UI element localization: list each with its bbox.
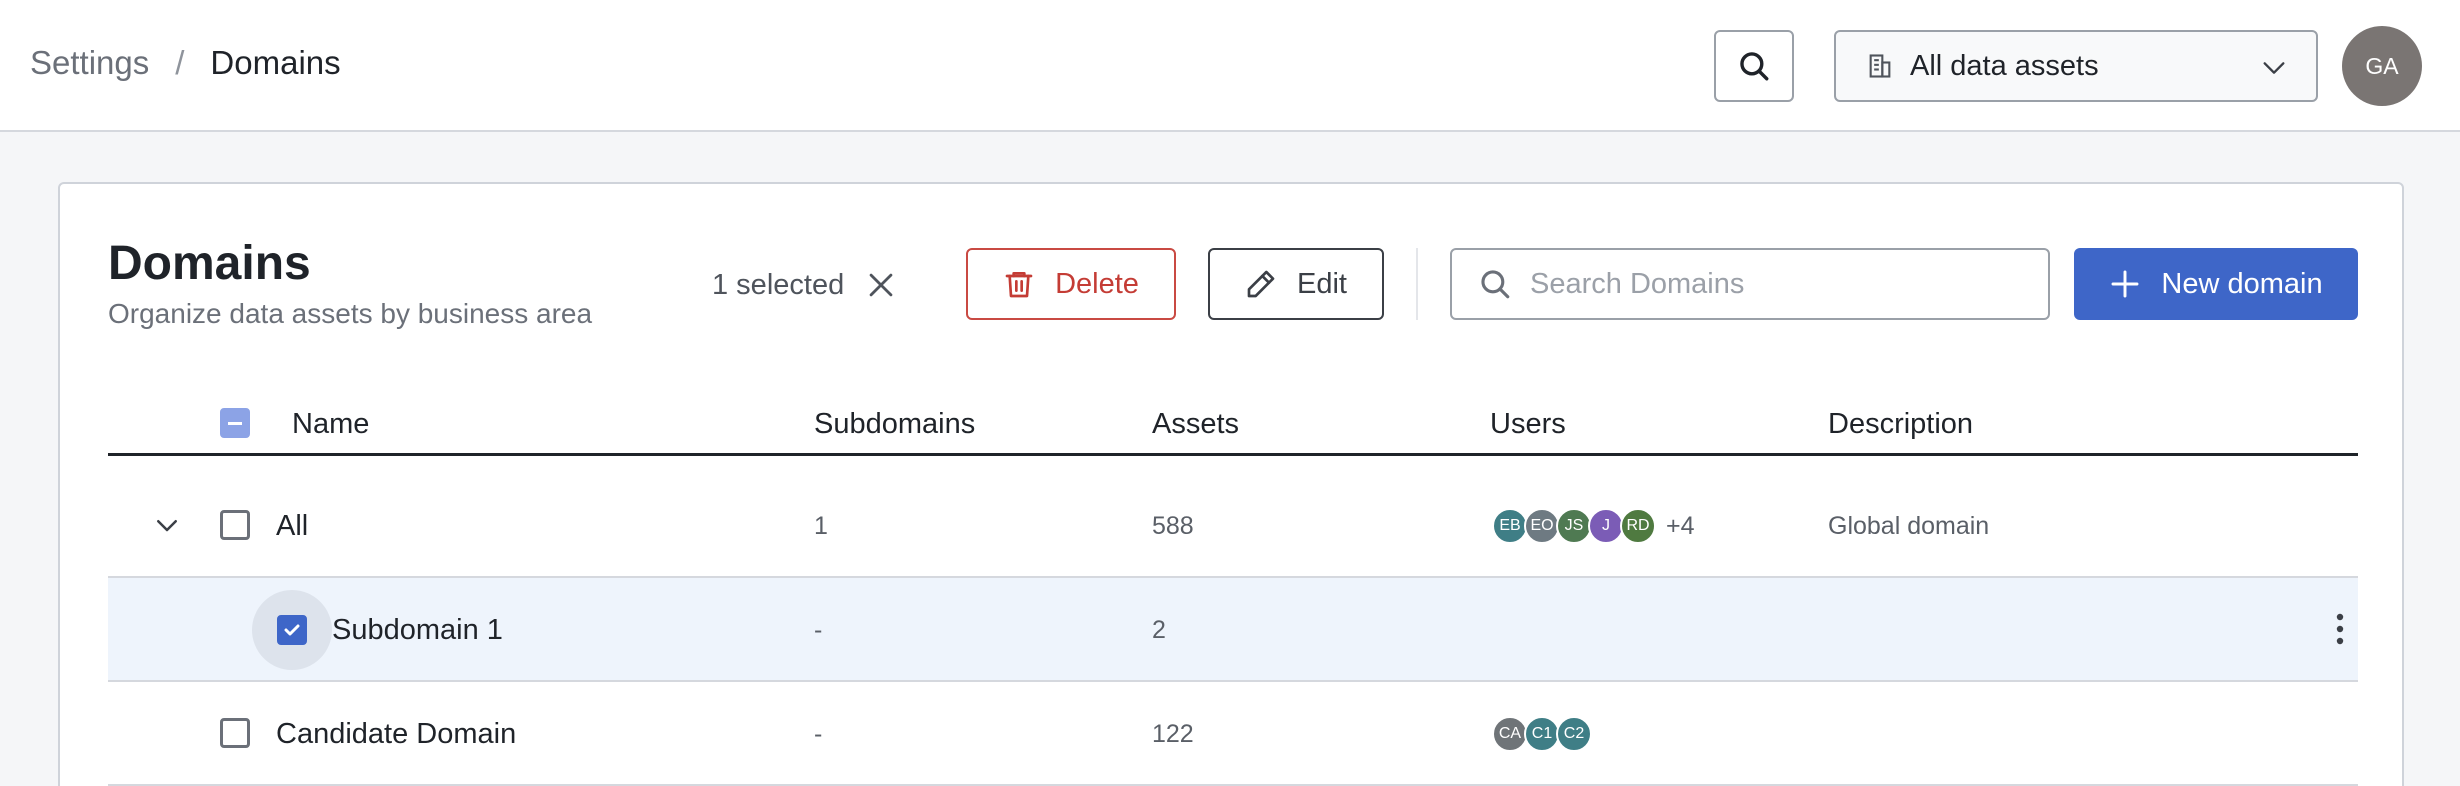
domain-name[interactable]: All [276, 474, 308, 578]
breadcrumb: Settings / Domains [30, 44, 341, 82]
assets-count: 122 [1152, 719, 1194, 748]
domain-description: Global domain [1828, 511, 1990, 540]
column-header-name[interactable]: Name [292, 408, 369, 441]
page-subtitle: Organize data assets by business area [108, 298, 593, 329]
select-all-checkbox[interactable] [220, 408, 250, 438]
selected-count-text: 1 selected [712, 268, 845, 301]
column-header-users[interactable]: Users [1490, 408, 1566, 441]
search-domains-field[interactable] [1450, 248, 2050, 320]
row-checkbox[interactable] [220, 510, 250, 540]
user-avatar: CA [1492, 716, 1528, 752]
edit-label: Edit [1297, 267, 1347, 300]
more-users-count: +4 [1666, 511, 1695, 540]
close-icon [869, 273, 893, 297]
global-search-button[interactable] [1714, 30, 1794, 102]
column-header-assets[interactable]: Assets [1152, 408, 1239, 441]
subdomains-count: - [814, 615, 823, 644]
user-avatar: EO [1524, 508, 1560, 544]
new-domain-button[interactable]: New domain [2074, 248, 2358, 320]
top-bar: Settings / Domains All data assets GA [0, 0, 2460, 132]
user-avatar-group: CA C1 C2 [1492, 716, 1592, 752]
search-domains-input[interactable] [1530, 267, 2010, 301]
user-avatar: J [1588, 508, 1624, 544]
assets-count: 588 [1152, 511, 1194, 540]
row-actions-button[interactable] [2334, 612, 2346, 651]
building-icon [1869, 54, 1891, 78]
search-icon [1481, 270, 1510, 299]
domain-name[interactable]: Candidate Domain [276, 682, 516, 786]
row-checkbox[interactable] [277, 615, 307, 645]
domain-name[interactable]: Subdomain 1 [332, 578, 503, 682]
user-avatar: JS [1556, 508, 1592, 544]
page-title: Domains [108, 237, 311, 290]
breadcrumb-separator: / [175, 44, 185, 81]
breadcrumb-settings[interactable]: Settings [30, 44, 149, 82]
subdomains-count: 1 [814, 511, 828, 540]
table-row[interactable]: All 1 588 EB EO JS J RD +4 Global domain [108, 474, 2358, 578]
table-row[interactable]: Subdomain 1 - 2 [108, 578, 2358, 682]
new-domain-label: New domain [2161, 267, 2323, 300]
kebab-menu-icon [2336, 613, 2344, 645]
toolbar-divider [1416, 248, 1418, 320]
chevron-down-icon [2263, 62, 2285, 74]
search-icon [1740, 52, 1769, 81]
row-checkbox[interactable] [220, 718, 250, 748]
edit-button[interactable]: Edit [1208, 248, 1384, 320]
expand-row-button[interactable] [152, 510, 182, 545]
user-avatar: C2 [1556, 716, 1592, 752]
user-avatar: C1 [1524, 716, 1560, 752]
table-row[interactable]: Candidate Domain - 122 CA C1 C2 [108, 682, 2358, 786]
users-cell: EB EO JS J RD +4 [1492, 474, 1695, 578]
user-avatar: EB [1492, 508, 1528, 544]
plus-icon [2111, 270, 2139, 298]
asset-filter-select[interactable]: All data assets [1834, 30, 2318, 102]
column-header-description[interactable]: Description [1828, 408, 1973, 441]
assets-count: 2 [1152, 615, 1166, 644]
users-cell: CA C1 C2 [1492, 682, 1592, 786]
user-avatar: RD [1620, 508, 1656, 544]
chevron-down-icon [157, 520, 177, 532]
pencil-icon [1247, 270, 1275, 298]
delete-button[interactable]: Delete [966, 248, 1176, 320]
user-avatar[interactable]: GA [2342, 26, 2422, 106]
column-header-subdomains[interactable]: Subdomains [814, 408, 975, 441]
trash-icon [1005, 272, 1033, 298]
clear-selection-button[interactable] [864, 268, 898, 302]
check-icon [284, 624, 300, 636]
selection-indicator: 1 selected [712, 268, 898, 302]
asset-filter-value: All data assets [1910, 49, 2099, 82]
breadcrumb-current: Domains [210, 44, 341, 81]
table-header: Name Subdomains Assets Users Description [108, 390, 2358, 456]
delete-label: Delete [1055, 267, 1139, 300]
subdomains-count: - [814, 719, 823, 748]
user-avatar-group: EB EO JS J RD [1492, 508, 1656, 544]
domains-card: Domains Organize data assets by business… [58, 182, 2404, 786]
